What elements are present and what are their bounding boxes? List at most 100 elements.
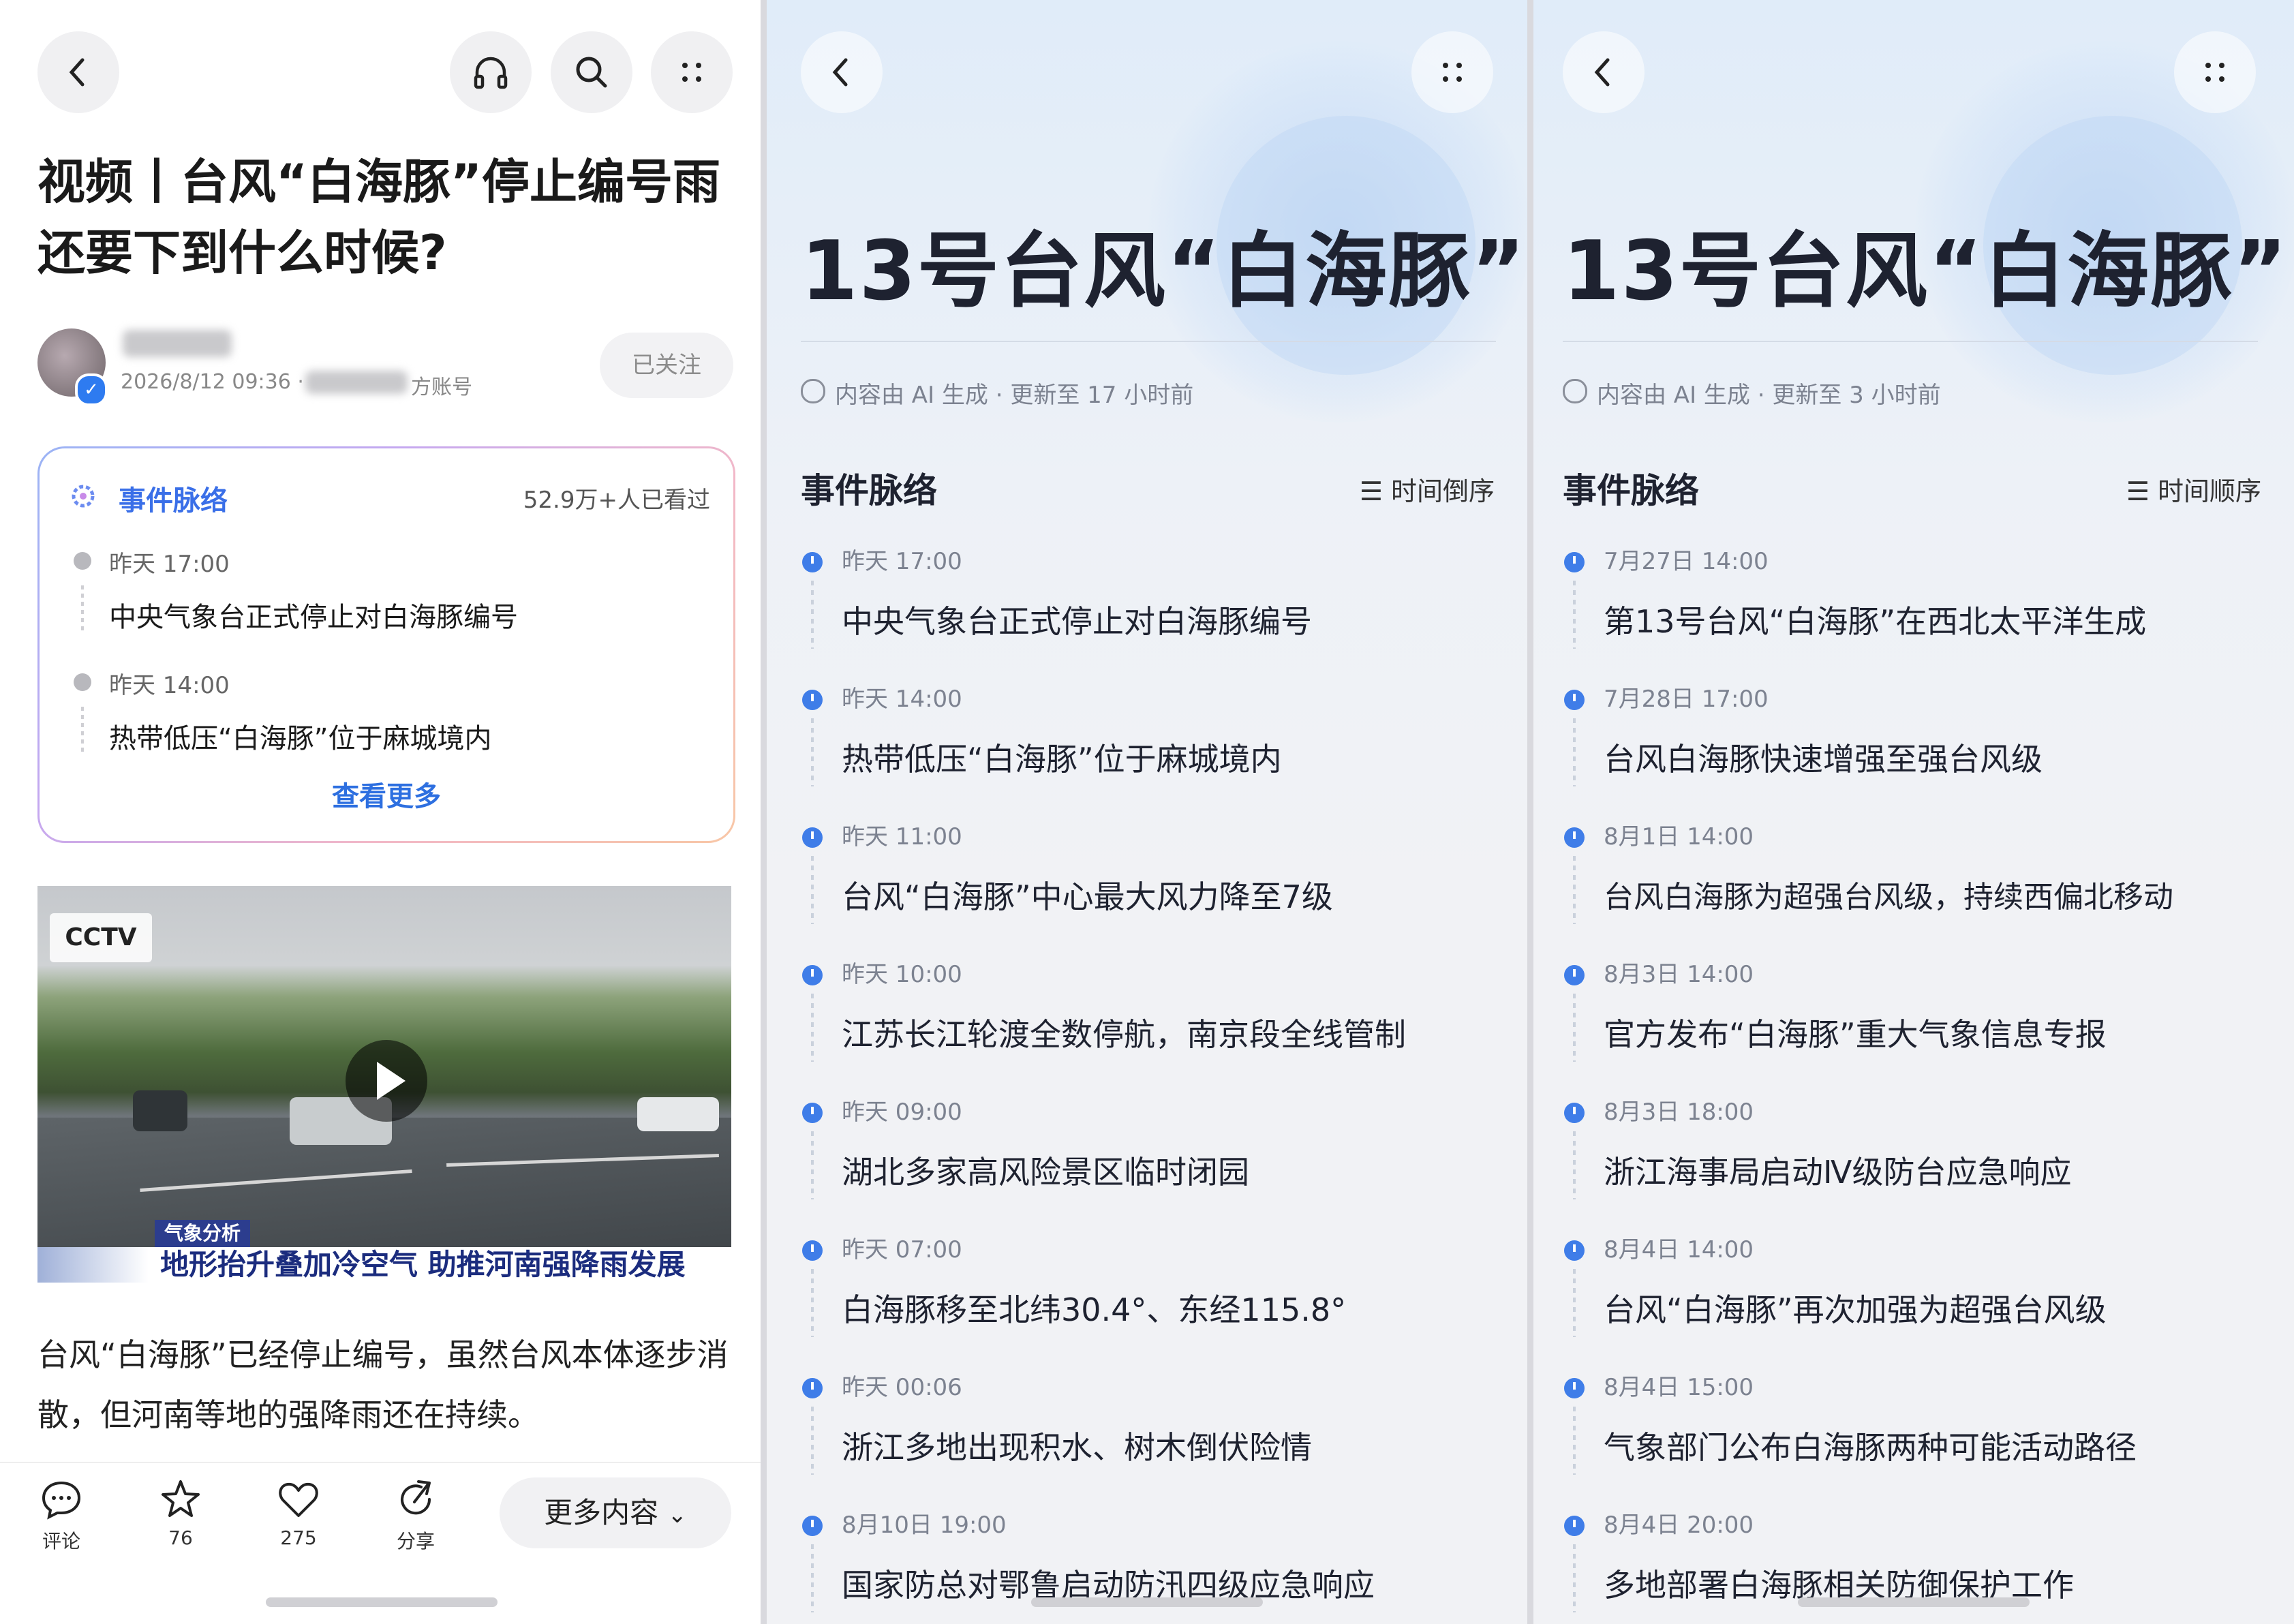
more-content-label: 更多内容 (544, 1496, 659, 1529)
clock-icon (1564, 1378, 1585, 1398)
home-indicator (266, 1597, 498, 1607)
topic-title: 13号台风“白海豚” (1563, 224, 2289, 319)
share-button[interactable]: 分享 (375, 1477, 457, 1554)
favorite-button[interactable]: 76 (140, 1477, 221, 1549)
blurred-account-name (305, 371, 408, 394)
timeline-text: 江苏长江轮渡全数停航，南京段全线管制 (801, 994, 1510, 1062)
like-button[interactable]: 275 (258, 1477, 339, 1549)
timeline-time: 昨天 11:00 (842, 823, 962, 851)
timeline-item[interactable]: 8月3日 18:00 浙江海事局启动Ⅳ级防台应急响应 (1563, 1097, 2272, 1199)
comment-label: 评论 (42, 1530, 80, 1552)
more-options-button[interactable] (2174, 31, 2256, 113)
timeline-text: 台风白海豚快速增强至强台风级 (1563, 718, 2272, 786)
video-player[interactable]: CCTV 气象分析 地形抬升叠加冷空气 助推河南强降雨发展 (37, 886, 731, 1283)
view-more-link[interactable]: 查看更多 (40, 774, 733, 814)
sort-order-button[interactable]: ☰ 时间倒序 (1360, 470, 1495, 508)
timeline-item[interactable]: 昨天 17:00 中央气象台正式停止对白海豚编号 (801, 547, 1510, 649)
timeline-item[interactable]: 7月27日 14:00 第13号台风“白海豚”在西北太平洋生成 (1563, 547, 2272, 649)
chevron-left-icon (1594, 58, 1610, 87)
timeline-item[interactable]: 8月1日 14:00 台风白海豚为超强台风级，持续西偏北移动 (1563, 822, 2272, 924)
event-card-item[interactable]: 昨天 14:00 热带低压“白海豚”位于麻城境内 (74, 667, 687, 756)
dots-grid-icon (2205, 63, 2224, 82)
event-card-title: 事件脉络 (119, 485, 228, 517)
more-content-button[interactable]: 更多内容 ⌄ (500, 1477, 731, 1548)
headphones-icon (474, 57, 508, 89)
publish-date: 2026/8/12 09:36 · (121, 370, 304, 394)
timeline-text: 台风“白海豚”中心最大风力降至7级 (801, 856, 1510, 924)
clock-icon (1564, 1103, 1585, 1123)
heart-icon (279, 1482, 318, 1517)
timeline-item[interactable]: 昨天 00:06 浙江多地出现积水、树木倒伏险情 (801, 1373, 1510, 1475)
timeline-time: 昨天 09:00 (842, 1099, 962, 1126)
favorite-count: 76 (168, 1527, 193, 1549)
sort-order-button[interactable]: ☰ 时间顺序 (2126, 470, 2261, 508)
timeline-text: 台风白海豚为超强台风级，持续西偏北移动 (1563, 856, 2272, 924)
like-count: 275 (280, 1527, 317, 1549)
clock-icon (1564, 552, 1585, 572)
timeline-item[interactable]: 昨天 10:00 江苏长江轮渡全数停航，南京段全线管制 (801, 960, 1510, 1062)
clock-icon (1563, 379, 1587, 403)
timeline-time: 8月4日 20:00 (1604, 1512, 1754, 1539)
timeline-text: 第13号台风“白海豚”在西北太平洋生成 (1563, 581, 2272, 649)
clock-icon (1564, 827, 1585, 848)
chevron-left-icon (69, 58, 85, 87)
clock-icon (1564, 690, 1585, 710)
search-button[interactable] (551, 31, 632, 113)
timeline-text: 湖北多家高风险景区临时闭园 (801, 1131, 1510, 1199)
clock-icon (802, 1240, 823, 1261)
clock-icon (801, 379, 825, 403)
timeline-item[interactable]: 昨天 09:00 湖北多家高风险景区临时闭园 (801, 1097, 1510, 1199)
event-time: 昨天 14:00 (109, 672, 230, 699)
timeline-screen-asc: 13号台风“白海豚” 内容由 AI 生成 · 更新至 3 小时前 事件脉络 ☰ … (1533, 0, 2294, 1624)
sort-order-label: 时间顺序 (2157, 476, 2261, 506)
timeline-item[interactable]: 8月4日 20:00 多地部署白海豚相关防御保护工作 (1563, 1510, 2272, 1612)
timeline-time: 8月3日 18:00 (1604, 1099, 1754, 1126)
timeline-item[interactable]: 8月3日 14:00 官方发布“白海豚”重大气象信息专报 (1563, 960, 2272, 1062)
back-button[interactable] (1563, 31, 1645, 113)
timeline-time: 8月4日 14:00 (1604, 1236, 1754, 1263)
back-button[interactable] (801, 31, 883, 113)
search-icon (576, 57, 607, 88)
dots-grid-icon (1443, 63, 1462, 82)
divider (801, 341, 1496, 342)
timeline-time: 昨天 14:00 (842, 686, 962, 713)
timeline-item[interactable]: 8月10日 19:00 国家防总对鄂鲁启动防汛四级应急响应 (801, 1510, 1510, 1612)
event-card-item[interactable]: 昨天 17:00 中央气象台正式停止对白海豚编号 (74, 545, 687, 634)
timeline-text: 热带低压“白海豚”位于麻城境内 (801, 718, 1510, 786)
follow-button[interactable]: 已关注 (600, 333, 733, 398)
video-tag: 气象分析 (155, 1220, 251, 1247)
timeline-text: 浙江多地出现积水、树木倒伏险情 (801, 1407, 1510, 1475)
more-options-button[interactable] (651, 31, 733, 113)
channel-logo: CCTV (50, 913, 152, 962)
clock-icon (1564, 1240, 1585, 1261)
more-options-button[interactable] (1411, 31, 1493, 113)
timeline-time: 8月10日 19:00 (842, 1512, 1007, 1539)
clock-icon (74, 673, 91, 691)
timeline-item[interactable]: 昨天 11:00 台风“白海豚”中心最大风力降至7级 (801, 822, 1510, 924)
article-screen: 视频丨台风“白海豚”停止编号雨还要下到什么时候? ✓ 2026/8/12 09:… (0, 0, 761, 1624)
comment-button[interactable]: 评论 (20, 1477, 102, 1554)
timeline-item[interactable]: 8月4日 15:00 气象部门公布白海豚两种可能活动路径 (1563, 1373, 2272, 1475)
car (133, 1090, 187, 1131)
timeline-text: 白海豚移至北纬30.4°、东经115.8° (801, 1269, 1510, 1337)
listen-button[interactable] (450, 31, 532, 113)
timeline-screen-desc: 13号台风“白海豚” 内容由 AI 生成 · 更新至 17 小时前 事件脉络 ☰… (767, 0, 1527, 1624)
timeline-item[interactable]: 昨天 07:00 白海豚移至北纬30.4°、东经115.8° (801, 1235, 1510, 1337)
blurred-author-name (123, 330, 232, 357)
share-label: 分享 (396, 1530, 435, 1552)
timeline-item[interactable]: 7月28日 17:00 台风白海豚快速增强至强台风级 (1563, 684, 2272, 786)
ai-info-text: 内容由 AI 生成 · 更新至 3 小时前 (1597, 382, 1941, 409)
account-type: 方账号 (411, 376, 472, 399)
event-timeline-card[interactable]: 事件脉络 52.9万+人已看过 昨天 17:00 中央气象台正式停止对白海豚编号… (37, 446, 735, 843)
play-icon[interactable] (346, 1040, 427, 1122)
timeline-item[interactable]: 8月4日 14:00 台风“白海豚”再次加强为超强台风级 (1563, 1235, 2272, 1337)
clock-icon (802, 690, 823, 710)
clock-icon (802, 965, 823, 985)
clock-icon (1564, 965, 1585, 985)
timeline-item[interactable]: 昨天 14:00 热带低压“白海豚”位于麻城境内 (801, 684, 1510, 786)
sort-order-label: 时间倒序 (1390, 476, 1495, 506)
car (637, 1097, 719, 1131)
view-count: 52.9万+人已看过 (523, 487, 710, 514)
timeline-text: 中央气象台正式停止对白海豚编号 (801, 581, 1510, 649)
back-button[interactable] (37, 31, 119, 113)
